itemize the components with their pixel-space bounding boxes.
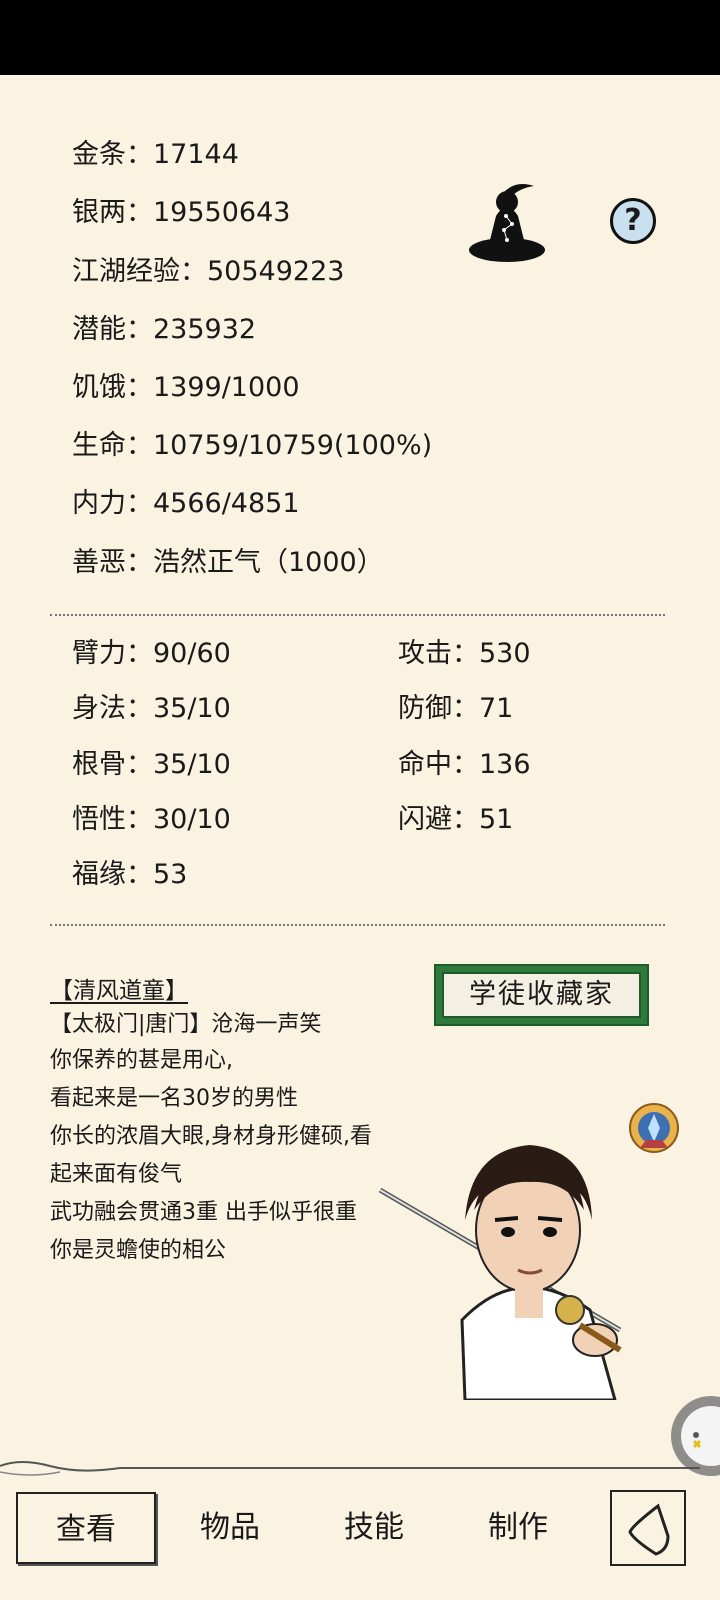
- profile-line: 看起来是一名30岁的男性: [50, 1086, 298, 1111]
- divider-dotted-1: [50, 614, 665, 616]
- stat-hp: 生命：10759/10759(100%): [72, 430, 433, 461]
- question-mark-icon: ?: [624, 203, 642, 238]
- tab-skills[interactable]: 技能: [304, 1492, 444, 1564]
- stat-hunger: 饥饿：1399/1000: [72, 372, 300, 403]
- badge-label: 学徒收藏家: [442, 972, 641, 1018]
- attr-attack: 攻击：530: [398, 638, 531, 669]
- achievement-badge[interactable]: 学徒收藏家: [434, 964, 649, 1026]
- attr-accuracy: 命中：136: [398, 749, 531, 780]
- profile-line: 你是灵蟾使的相公: [50, 1238, 227, 1263]
- meditation-figure-icon[interactable]: [466, 180, 548, 264]
- profile-line-sect: 【太极门|唐门】沧海一声笑: [50, 1012, 322, 1037]
- attr-strength: 臂力：90/60: [72, 638, 231, 669]
- tab-crafting[interactable]: 制作: [448, 1492, 588, 1564]
- profile-line: 你长的浓眉大眼,身材身形健硕,看: [50, 1124, 372, 1149]
- tab-items[interactable]: 物品: [160, 1492, 300, 1564]
- attr-constitution: 根骨：35/10: [72, 749, 231, 780]
- profile-line: 你保养的甚是用心,: [50, 1048, 233, 1073]
- attr-defense: 防御：71: [398, 693, 514, 724]
- attr-agility: 身法：35/10: [72, 693, 231, 724]
- stat-potential: 潜能：235932: [72, 314, 257, 345]
- character-portrait: [378, 1145, 622, 1400]
- back-button[interactable]: [610, 1490, 686, 1566]
- status-bar: [0, 0, 720, 75]
- help-button[interactable]: ?: [610, 198, 656, 244]
- stat-mp: 内力：4566/4851: [72, 488, 300, 519]
- tab-view[interactable]: 查看: [16, 1492, 156, 1564]
- brush-divider: [0, 1461, 700, 1476]
- attr-evasion: 闪避：51: [398, 804, 514, 835]
- profile-line: 武功融会贯通3重 出手似乎很重: [50, 1200, 357, 1225]
- stat-silver: 银两：19550643: [72, 197, 291, 228]
- stat-morality: 善恶：浩然正气（1000）: [72, 547, 384, 578]
- stat-exp: 江湖经验：50549223: [72, 256, 345, 287]
- attr-luck: 福缘：53: [72, 859, 188, 890]
- back-arrow-icon: [628, 1503, 670, 1556]
- stat-gold: 金条：17144: [72, 139, 239, 170]
- divider-dotted-2: [50, 924, 665, 926]
- attr-intelligence: 悟性：30/10: [72, 804, 231, 835]
- character-title-link[interactable]: 【清风道童】: [50, 976, 188, 1006]
- profile-line: 起来面有俊气: [50, 1162, 183, 1187]
